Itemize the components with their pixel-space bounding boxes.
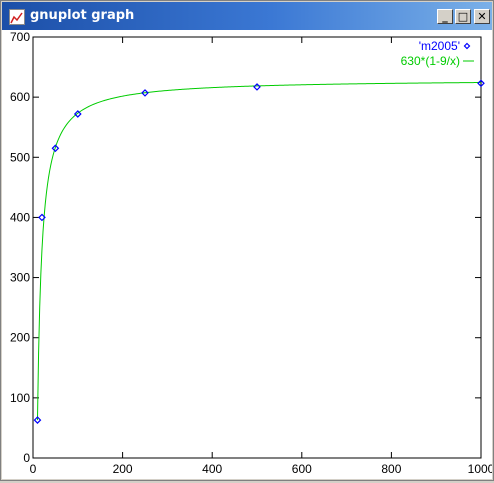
y-tick-label: 500 [10, 150, 30, 164]
plot-area: 0 200 400 600 800 1000 0 100 200 300 400 500 600 700 … [2, 30, 494, 479]
y-tick-label: 300 [10, 271, 30, 285]
minimize-button[interactable]: _ [437, 9, 453, 24]
legend-label-m2005: 'm2005' [419, 39, 460, 53]
x-tick-label: 800 [381, 462, 401, 476]
plot-border [32, 36, 482, 459]
x-tick-label: 1000 [468, 462, 492, 476]
y-tick-label: 200 [10, 331, 30, 345]
legend-marker-m2005 [463, 42, 471, 50]
x-tick-label: 600 [292, 462, 312, 476]
y-tick-label: 600 [10, 90, 30, 104]
close-icon: ✕ [477, 10, 487, 23]
data-point [253, 83, 261, 91]
x-tick-label: 400 [202, 462, 222, 476]
window-title: gnuplot graph [30, 8, 135, 23]
title-bar[interactable]: gnuplot graph _ □ ✕ [2, 2, 492, 30]
fit-curve [36, 82, 482, 421]
maximize-icon: □ [457, 10, 469, 23]
maximize-button[interactable]: □ [455, 9, 471, 24]
x-tick-label: 0 [30, 462, 37, 476]
close-button[interactable]: ✕ [474, 9, 490, 24]
gnuplot-window: gnuplot graph _ □ ✕ 0 200 400 600 800 1000 0 10… [0, 0, 494, 481]
gnuplot-chart: 0 200 400 600 800 10000100200300400500600700 … [10, 30, 494, 476]
y-tick-label: 700 [10, 30, 30, 44]
gnuplot-app-icon[interactable] [9, 9, 25, 25]
y-tick-label: 400 [10, 210, 30, 224]
x-tick-label: 200 [113, 462, 133, 476]
y-tick-label: 100 [10, 391, 30, 405]
minimize-icon: _ [442, 10, 448, 23]
y-tick-label: 0 [23, 451, 30, 465]
legend-label-fit: 630*(1-9/x) [401, 54, 460, 68]
